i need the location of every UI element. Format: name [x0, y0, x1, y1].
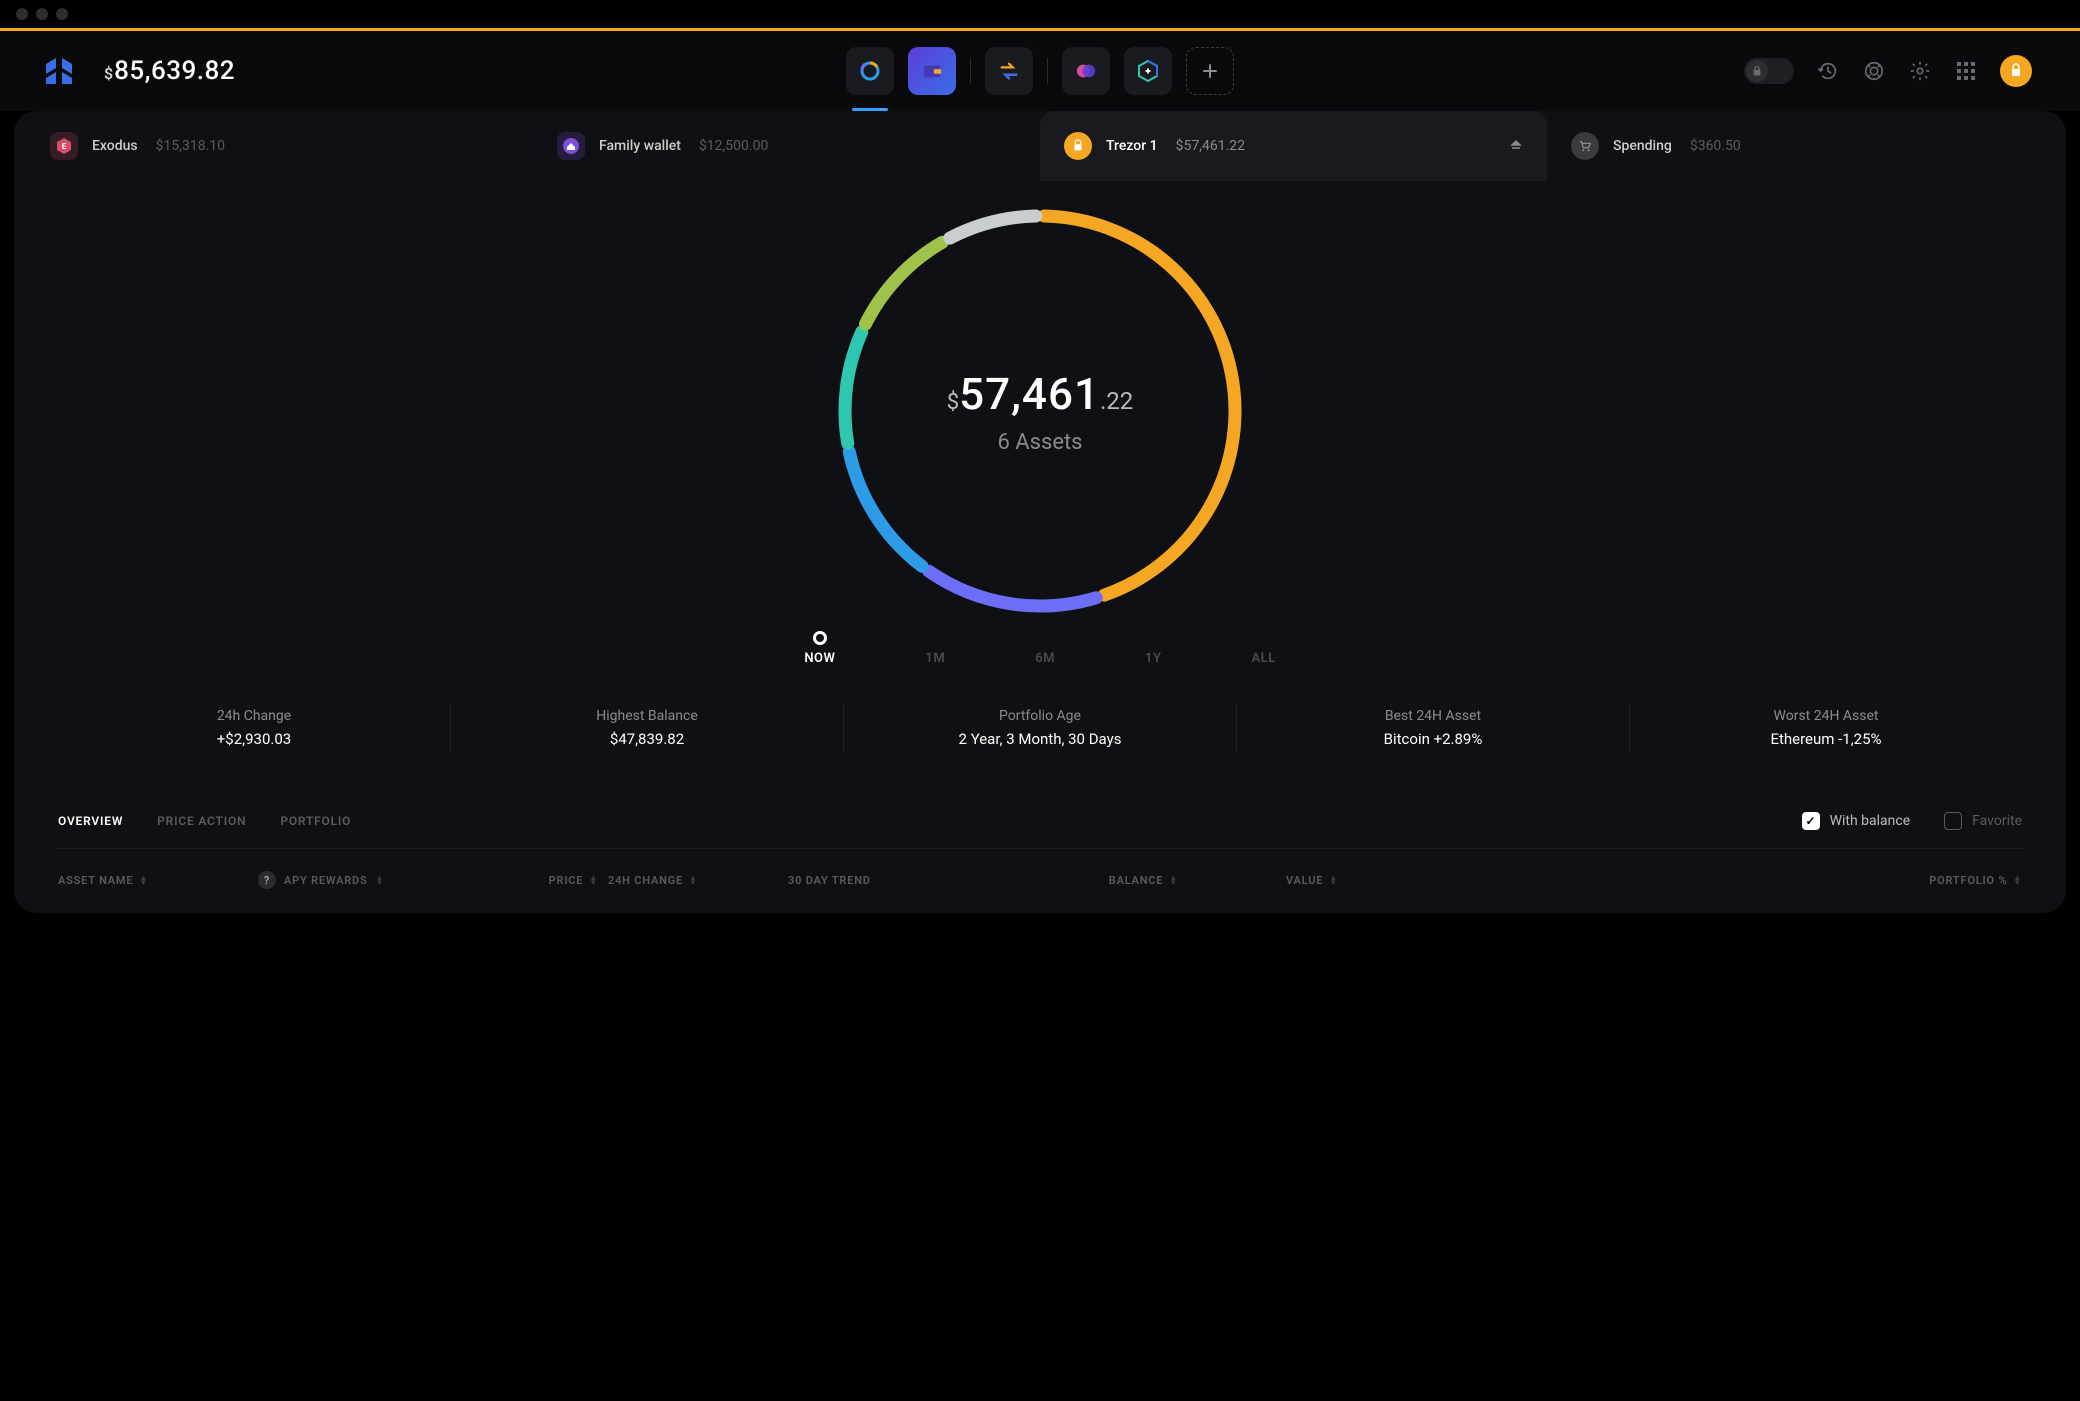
exodus-badge-icon: E	[55, 137, 73, 155]
svg-text:E: E	[62, 142, 67, 151]
col-30-day-trend[interactable]: 30 DAY TREND	[788, 874, 998, 887]
wallet-balance: $15,318.10	[156, 138, 225, 154]
col-value[interactable]: VALUE▲▼	[1188, 874, 1338, 887]
window-titlebar	[0, 0, 2080, 28]
tab-overview[interactable]: OVERVIEW	[58, 814, 123, 828]
wallet-name: Trezor 1	[1106, 138, 1158, 154]
wallet-tabs: E Exodus $15,318.10 Family wallet $12,50…	[14, 111, 2066, 181]
main-nav	[846, 47, 1234, 95]
wallet-balance: $12,500.00	[699, 138, 768, 154]
home-icon	[562, 137, 580, 155]
col-price[interactable]: PRICE▲▼	[458, 874, 598, 887]
cart-icon	[1578, 139, 1592, 153]
hexagon-plus-icon	[1136, 59, 1160, 83]
wallet-tab-spending[interactable]: Spending $360.50	[1547, 111, 2054, 181]
nav-wallet-button[interactable]	[908, 47, 956, 95]
nav-rewards-button[interactable]	[1062, 47, 1110, 95]
wallet-tab-trezor1[interactable]: Trezor 1 $57,461.22	[1040, 111, 1547, 181]
timerange-1m[interactable]: 1M	[925, 631, 945, 666]
tab-price-action[interactable]: PRICE ACTION	[157, 814, 246, 828]
col-balance[interactable]: BALANCE▲▼	[1008, 874, 1178, 887]
currency-symbol: $	[104, 64, 113, 83]
tab-portfolio[interactable]: PORTFOLIO	[280, 814, 351, 828]
settings-button[interactable]	[1908, 59, 1932, 83]
nav-add-button[interactable]	[1186, 47, 1234, 95]
stat-highest-balance: Highest Balance $47,839.82	[451, 704, 844, 752]
wallet-tab-exodus[interactable]: E Exodus $15,318.10	[26, 111, 533, 181]
wallet-name: Spending	[1613, 138, 1672, 154]
portfolio-donut-chart: $ 57,461 .22 6 Assets	[830, 201, 1250, 621]
wallet-name: Family wallet	[599, 138, 681, 154]
nav-exchange-button[interactable]	[985, 47, 1033, 95]
wallet-balance: $57,461.22	[1176, 138, 1245, 154]
sort-icon: ▲▼	[689, 875, 698, 885]
wallet-tab-family[interactable]: Family wallet $12,500.00	[533, 111, 1040, 181]
topbar: $ 85,639.82	[0, 31, 2080, 111]
eject-icon[interactable]	[1509, 137, 1523, 156]
hardware-wallet-button[interactable]	[2000, 55, 2032, 87]
apps-grid-button[interactable]	[1954, 59, 1978, 83]
filter-with-balance[interactable]: With balance	[1802, 812, 1911, 830]
gear-icon	[1909, 60, 1931, 82]
nav-portfolio-button[interactable]	[846, 47, 894, 95]
nav-separator	[970, 58, 971, 84]
timerange-6m[interactable]: 6M	[1035, 631, 1055, 666]
asset-count: 6 Assets	[997, 430, 1082, 455]
help-icon[interactable]: ?	[258, 871, 276, 889]
timerange-now[interactable]: NOW	[804, 631, 835, 666]
portfolio-value-cents: .22	[1100, 387, 1133, 415]
table-header: ASSET NAME▲▼ ?APY REWARDS▲▼ PRICE▲▼ 24H …	[58, 849, 2022, 893]
col-portfolio-pct[interactable]: PORTFOLIO %▲▼	[1348, 874, 2022, 887]
trezor-icon	[1071, 139, 1085, 153]
col-24h-change[interactable]: 24H CHANGE▲▼	[608, 874, 778, 887]
timerange-all[interactable]: ALL	[1251, 631, 1275, 666]
window-maximize-icon[interactable]	[56, 8, 68, 20]
exchange-icon	[998, 60, 1020, 82]
total-balance: $ 85,639.82	[104, 56, 235, 86]
col-apy-rewards[interactable]: ?APY REWARDS▲▼	[258, 871, 448, 889]
sort-icon: ▲▼	[1329, 875, 1338, 885]
trezor-icon	[2008, 63, 2024, 79]
lifebuoy-icon	[1863, 60, 1885, 82]
checkbox-icon	[1944, 812, 1962, 830]
plus-icon	[1201, 62, 1219, 80]
currency-symbol: $	[947, 390, 959, 415]
timerange-1y[interactable]: 1Y	[1145, 631, 1161, 666]
history-button[interactable]	[1816, 59, 1840, 83]
wallet-name: Exodus	[92, 138, 138, 154]
sort-icon: ▲▼	[2013, 875, 2022, 885]
timerange-selector: NOW 1M 6M 1Y ALL	[804, 631, 1275, 666]
stat-best-asset: Best 24H Asset Bitcoin +2.89%	[1237, 704, 1630, 752]
col-asset-name[interactable]: ASSET NAME▲▼	[58, 874, 248, 887]
stat-24h-change: 24h Change +$2,930.03	[58, 704, 451, 752]
filter-favorite[interactable]: Favorite	[1944, 812, 2022, 830]
rewards-icon	[1075, 60, 1097, 82]
window-minimize-icon[interactable]	[36, 8, 48, 20]
stats-row: 24h Change +$2,930.03 Highest Balance $4…	[58, 704, 2022, 752]
nav-separator	[1047, 58, 1048, 84]
total-balance-amount: 85,639.82	[114, 56, 235, 86]
sort-icon: ▲▼	[589, 875, 598, 885]
lock-icon	[1751, 65, 1763, 77]
sort-icon: ▲▼	[376, 875, 385, 885]
main-content: E Exodus $15,318.10 Family wallet $12,50…	[14, 111, 2066, 913]
portfolio-value-main: 57,461	[959, 368, 1100, 420]
assets-table: OVERVIEW PRICE ACTION PORTFOLIO With bal…	[58, 812, 2022, 893]
history-icon	[1817, 60, 1839, 82]
sort-icon: ▲▼	[139, 875, 148, 885]
wallet-balance: $360.50	[1690, 138, 1741, 154]
donut-icon	[858, 59, 882, 83]
window-close-icon[interactable]	[16, 8, 28, 20]
wallet-icon	[921, 60, 943, 82]
checkbox-icon	[1802, 812, 1820, 830]
stat-portfolio-age: Portfolio Age 2 Year, 3 Month, 30 Days	[844, 704, 1237, 752]
grid-icon	[1956, 61, 1976, 81]
app-logo-icon[interactable]	[42, 54, 76, 88]
stat-worst-asset: Worst 24H Asset Ethereum -1,25%	[1630, 704, 2022, 752]
support-button[interactable]	[1862, 59, 1886, 83]
sort-icon: ▲▼	[1169, 875, 1178, 885]
lock-toggle[interactable]	[1744, 58, 1794, 84]
nav-apps-button[interactable]	[1124, 47, 1172, 95]
